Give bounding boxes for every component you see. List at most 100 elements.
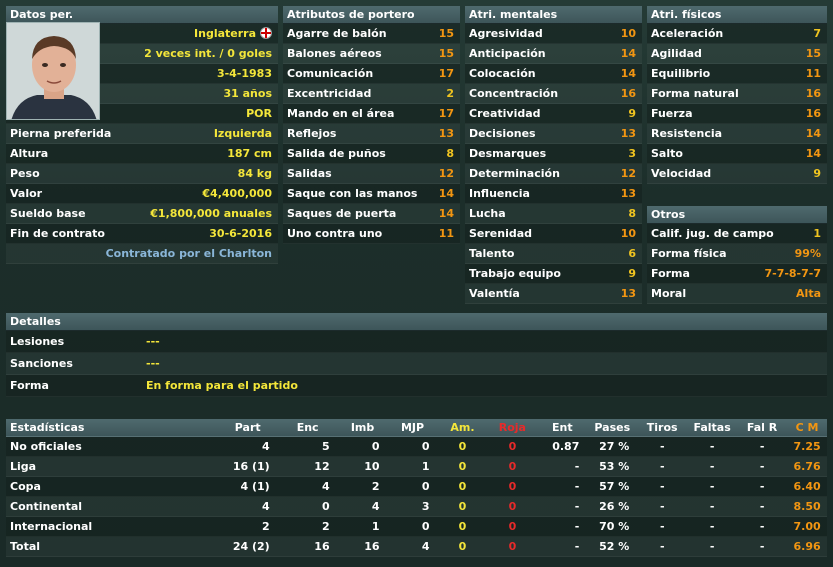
contract-link[interactable]: Contratado por el Charlton: [106, 244, 272, 264]
attr-value: 9: [813, 167, 821, 180]
attr-label: Desmarques: [469, 147, 547, 160]
other-label: Forma: [651, 267, 690, 280]
stats-cell: 4: [371, 500, 380, 513]
attr-label: Excentricidad: [287, 87, 372, 100]
attr-value: 12: [620, 167, 636, 180]
stats-cell: 16 (1): [232, 460, 270, 473]
stats-cell: 16: [314, 540, 330, 553]
attr-label: Salto: [651, 147, 683, 160]
stats-cell: 0: [458, 480, 467, 493]
stats-cell: -: [709, 520, 715, 533]
stats-cell: -: [574, 480, 580, 493]
detail-row: Sanciones ---: [6, 353, 827, 375]
table-row[interactable]: Total 24 (2) 16 16 4 0 0 - 52 % - - - 6.96: [6, 537, 827, 557]
attr-row: Influencia 13: [465, 184, 642, 204]
table-row[interactable]: Continental 4 0 4 3 0 0 - 26 % - - - 8.50: [6, 497, 827, 517]
attr-value: 16: [805, 87, 821, 100]
attr-label: Agilidad: [651, 47, 702, 60]
attr-value: 14: [438, 207, 454, 220]
player-photo: [6, 22, 100, 120]
attr-value: 15: [805, 47, 821, 60]
table-row[interactable]: No oficiales 4 5 0 0 0 0 0.87 27 % - - - 7.25: [6, 437, 827, 457]
attr-row: Concentración 16: [465, 84, 642, 104]
info-label: Fin de contrato: [10, 227, 105, 240]
col-header-enc[interactable]: Enc: [278, 419, 338, 436]
stats-cell: 7.25: [793, 440, 821, 453]
attr-label: Comunicación: [287, 67, 374, 80]
attr-row: Balones aéreos 15: [283, 44, 460, 64]
info-value: Izquierda: [213, 127, 272, 140]
attr-value: 15: [438, 47, 454, 60]
stats-cell: -: [659, 440, 665, 453]
stats-cell: -: [659, 500, 665, 513]
dob-value: 3-4-1983: [216, 67, 272, 80]
stats-cell: -: [709, 460, 715, 473]
col-header-ent[interactable]: Ent: [537, 419, 587, 436]
detail-value: ---: [146, 335, 160, 348]
mental-header: Atri. mentales: [465, 6, 642, 24]
mental-panel: Atri. mentales Agresividad 10 Anticipació…: [465, 6, 642, 304]
stats-cell: 0: [508, 520, 517, 533]
stats-cell: -: [659, 540, 665, 553]
col-header-faltas[interactable]: Faltas: [687, 419, 737, 436]
attr-label: Balones aéreos: [287, 47, 382, 60]
col-header-mjp[interactable]: MJP: [388, 419, 438, 436]
attr-label: Decisiones: [469, 127, 536, 140]
attr-label: Forma natural: [651, 87, 739, 100]
stats-cell: -: [709, 500, 715, 513]
attr-row: Anticipación 14: [465, 44, 642, 64]
detail-value: En forma para el partido: [146, 379, 298, 392]
attr-value: 9: [628, 107, 636, 120]
attr-row: Salto 14: [647, 144, 827, 164]
attr-label: Agarre de balón: [287, 27, 387, 40]
attr-row: Saques de puerta 14: [283, 204, 460, 224]
england-flag-icon: [260, 27, 272, 39]
info-value: 187 cm: [227, 147, 272, 160]
attr-row: Comunicación 17: [283, 64, 460, 84]
stats-cell: 6.96: [793, 540, 821, 553]
attr-value: 17: [438, 67, 454, 80]
stats-cell: 5: [321, 440, 330, 453]
col-header-pases[interactable]: Pases: [587, 419, 637, 436]
stats-cell: -: [759, 540, 765, 553]
info-value: €1,800,000 anuales: [150, 207, 272, 220]
col-header-part[interactable]: Part: [218, 419, 278, 436]
stats-cell: 0: [421, 520, 430, 533]
attr-value: 14: [620, 67, 636, 80]
stats-cell: 4 (1): [240, 480, 270, 493]
attr-row: Saque con las manos 14: [283, 184, 460, 204]
table-row[interactable]: Copa 4 (1) 4 2 0 0 0 - 57 % - - - 6.40: [6, 477, 827, 497]
stats-row-label: Copa: [10, 480, 41, 493]
info-row: Pierna preferida Izquierda: [6, 124, 278, 144]
attr-label: Aceleración: [651, 27, 724, 40]
col-header-roja[interactable]: Roja: [487, 419, 537, 436]
table-row[interactable]: Internacional 2 2 1 0 0 0 - 70 % - - - 7.00: [6, 517, 827, 537]
attr-row: Trabajo equipo 9: [465, 264, 642, 284]
attr-label: Saques de puerta: [287, 207, 397, 220]
attr-value: 3: [628, 147, 636, 160]
col-header-imb[interactable]: Imb: [338, 419, 388, 436]
col-header-falr[interactable]: Fal R: [737, 419, 787, 436]
attr-label: Talento: [469, 247, 515, 260]
detail-row: Forma En forma para el partido: [6, 375, 827, 397]
attr-value: 8: [628, 207, 636, 220]
stats-cell: 16: [364, 540, 380, 553]
stats-cell: -: [574, 520, 580, 533]
country-name[interactable]: Inglaterra: [194, 27, 256, 40]
stats-row-label: Liga: [10, 460, 37, 473]
attr-label: Agresividad: [469, 27, 543, 40]
others-panel: Otros Calif. jug. de campo 1 Forma física…: [647, 206, 827, 304]
other-value: 1: [813, 227, 821, 240]
col-header-am[interactable]: Am.: [437, 419, 487, 436]
col-header-cm[interactable]: C M: [787, 419, 827, 436]
attr-label: Velocidad: [651, 167, 712, 180]
stats-cell: -: [759, 460, 765, 473]
table-row[interactable]: Liga 16 (1) 12 10 1 0 0-53 % - - -6.76: [6, 457, 827, 477]
attr-value: 9: [628, 267, 636, 280]
stats-cell: 0: [458, 460, 467, 473]
col-header-label[interactable]: Estadísticas: [6, 419, 218, 436]
stats-row-label: No oficiales: [10, 440, 82, 453]
contract-row: Contratado por el Charlton: [6, 244, 278, 264]
stats-cell: 0: [508, 460, 517, 473]
col-header-tiros[interactable]: Tiros: [637, 419, 687, 436]
